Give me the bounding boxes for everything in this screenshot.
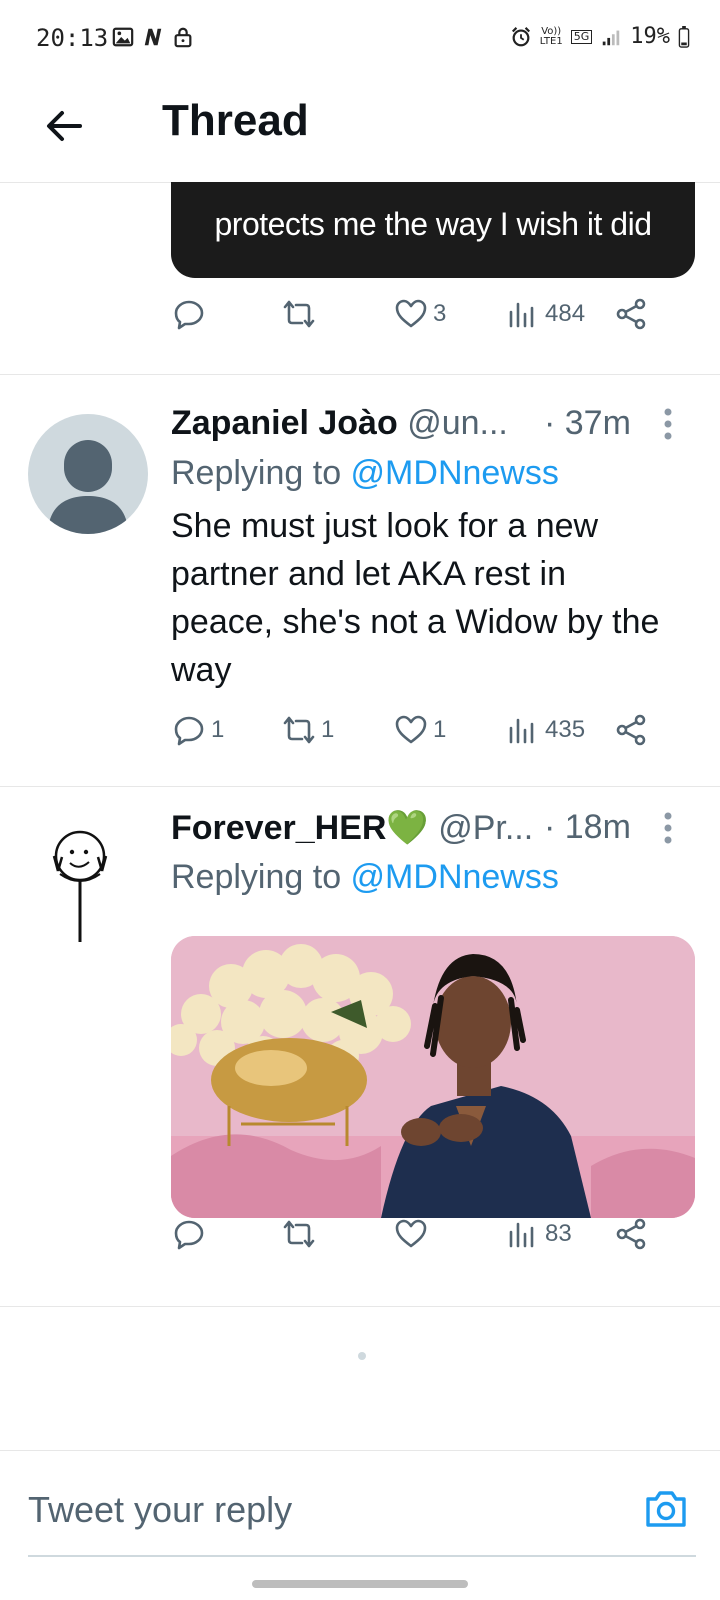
like-button[interactable]: 3: [393, 296, 446, 332]
replying-to-link[interactable]: @MDNnewss: [351, 858, 559, 896]
share-icon: [616, 298, 646, 330]
display-name[interactable]: Zapaniel Joào: [171, 404, 398, 442]
view-count: 83: [545, 1220, 572, 1247]
back-arrow-icon[interactable]: [40, 102, 88, 150]
replying-to: Replying to @MDNnewss: [171, 858, 559, 896]
retweet-button[interactable]: 1: [281, 712, 334, 748]
retweet-count: 1: [321, 716, 335, 743]
reply-icon: [174, 1220, 204, 1250]
network-badge: Vo)) LTE1: [539, 25, 563, 47]
camera-icon[interactable]: [642, 1485, 690, 1533]
tweet-text: She must just look for a new partner and…: [171, 507, 660, 689]
user-handle[interactable]: @un...: [407, 404, 508, 442]
replying-to-link[interactable]: @MDNnewss: [351, 454, 559, 492]
tweet-divider: [0, 374, 720, 375]
heart-icon: [395, 715, 427, 744]
status-system-icons: Vo)) LTE1 5G 19%: [510, 24, 690, 49]
tweet-actions: 1 1 1 435: [171, 712, 671, 756]
loading-indicator: [358, 1352, 366, 1360]
views-icon: [509, 302, 534, 328]
user-handle[interactable]: @Pr...: [438, 809, 533, 847]
status-notification-icons: [112, 26, 194, 48]
battery-icon: [678, 25, 690, 48]
more-options-icon[interactable]: [662, 810, 674, 846]
reply-button[interactable]: 1: [171, 712, 224, 748]
tweet-time[interactable]: · 37m: [544, 404, 631, 443]
views-button[interactable]: 435: [505, 712, 585, 748]
tweet-header: Zapaniel Joào @un...: [171, 404, 508, 443]
5g-badge: 5G: [570, 29, 593, 44]
lock-icon: [174, 27, 192, 48]
tweet-actions: 83: [171, 1216, 671, 1260]
tweet-media-video[interactable]: protects me the way I wish it did: [171, 182, 695, 278]
views-icon: [509, 718, 534, 744]
reply-input[interactable]: Tweet your reply: [28, 1489, 292, 1531]
n-app-icon: [144, 28, 162, 46]
tweet-time[interactable]: · 18m: [544, 808, 631, 847]
media-caption: protects me the way I wish it did: [214, 206, 652, 242]
avatar[interactable]: [40, 826, 120, 946]
like-button[interactable]: 1: [393, 712, 446, 748]
share-icon: [616, 714, 646, 746]
thread-header: Thread: [0, 80, 720, 183]
status-time: 20:13: [36, 24, 109, 52]
more-options-icon[interactable]: [662, 406, 674, 442]
retweet-button[interactable]: [281, 296, 321, 332]
heart-icon: [395, 299, 427, 328]
avatar[interactable]: [28, 414, 148, 534]
signal-icon: [603, 30, 620, 45]
view-count: 435: [545, 716, 586, 743]
default-avatar-icon: [48, 440, 128, 534]
home-indicator[interactable]: [252, 1580, 468, 1588]
like-count: 1: [433, 716, 447, 743]
share-icon: [616, 1218, 646, 1250]
views-button[interactable]: 83: [505, 1216, 572, 1252]
views-button[interactable]: 484: [505, 296, 585, 332]
reply-icon: [174, 716, 204, 746]
tweet-divider: [0, 1306, 720, 1307]
share-button[interactable]: [613, 712, 649, 748]
retweet-icon: [283, 1220, 315, 1248]
status-bar: 20:13 Vo)) LTE1 5G 19%: [0, 0, 720, 80]
heart-icon: [395, 1219, 427, 1248]
tweet-divider: [0, 786, 720, 787]
photo-illustration: [171, 936, 695, 1218]
gallery-icon: [112, 27, 134, 47]
retweet-icon: [283, 300, 315, 328]
tweet-header: Forever_HER💚 @Pr...: [171, 808, 533, 848]
share-button[interactable]: [613, 296, 649, 332]
tweet-actions: 3 484: [171, 296, 671, 340]
reply-button[interactable]: [171, 1216, 211, 1252]
battery-percent: 19%: [630, 24, 670, 49]
reply-composer: Tweet your reply: [0, 1450, 720, 1561]
like-button[interactable]: [393, 1216, 433, 1252]
reply-input-underline: [28, 1555, 696, 1557]
retweet-button[interactable]: [281, 1216, 321, 1252]
alarm-icon: [511, 26, 530, 46]
page-title: Thread: [162, 96, 309, 145]
reply-icon: [174, 300, 204, 330]
view-count: 484: [545, 300, 586, 327]
like-count: 3: [433, 300, 447, 327]
retweet-icon: [283, 716, 315, 744]
share-button[interactable]: [613, 1216, 649, 1252]
views-icon: [509, 1222, 534, 1248]
tweet-media-image[interactable]: [171, 936, 695, 1218]
replying-to: Replying to @MDNnewss: [171, 454, 559, 492]
display-name[interactable]: Forever_HER💚: [171, 809, 429, 847]
reply-button[interactable]: [171, 296, 211, 332]
reply-count: 1: [211, 716, 225, 743]
